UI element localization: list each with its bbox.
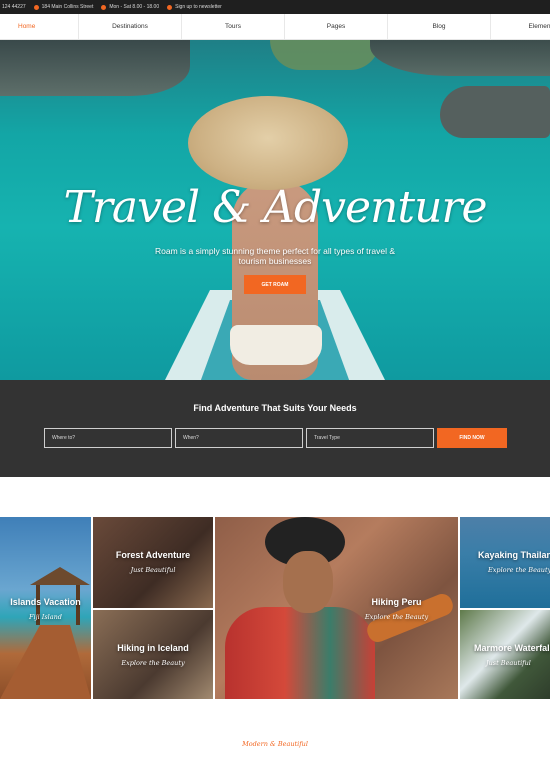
nav-item-tours[interactable]: Tours: [182, 14, 285, 39]
phone-text: 124 44227: [2, 4, 26, 10]
tile-marmore-waterfalls[interactable]: Marmore Waterfalls Just Beautiful: [460, 610, 550, 699]
tile-title: Hiking in Iceland: [117, 643, 189, 653]
nav-item-pages[interactable]: Pages: [285, 14, 388, 39]
nav-item-blog[interactable]: Blog: [388, 14, 491, 39]
hero-subtitle: Roam is a simply stunning theme perfect …: [155, 246, 395, 266]
hours-text: Mon - Sat 8.00 - 18.00: [109, 4, 160, 10]
travel-type-select[interactable]: Travel Type: [306, 428, 434, 448]
top-info-bar: 124 44227 184 Main Collins Street Mon - …: [0, 0, 550, 14]
search-title: Find Adventure That Suits Your Needs: [193, 403, 357, 413]
newsletter-text: Sign up to newsletter: [175, 4, 222, 10]
newsletter-link[interactable]: Sign up to newsletter: [167, 4, 222, 10]
find-now-button[interactable]: FIND NOW: [437, 428, 507, 448]
get-roam-button[interactable]: GET ROAM: [244, 275, 306, 294]
location-icon: [33, 4, 39, 10]
tile-title: Islands Vacation: [10, 597, 81, 607]
tile-subtitle: Fiji Island: [29, 613, 62, 621]
search-section: Find Adventure That Suits Your Needs Whe…: [0, 380, 550, 477]
address-info[interactable]: 184 Main Collins Street: [33, 4, 94, 10]
tile-title: Hiking Peru: [371, 597, 422, 607]
hero-cliff-left: [0, 40, 190, 96]
tile-subtitle: Just Beautiful: [486, 659, 531, 667]
where-input[interactable]: Where to?: [44, 428, 172, 448]
nav-item-destinations[interactable]: Destinations: [79, 14, 182, 39]
tile-title: Marmore Waterfalls: [474, 643, 550, 653]
phone-info[interactable]: 124 44227: [2, 4, 26, 10]
address-text: 184 Main Collins Street: [41, 4, 94, 10]
hours-info: Mon - Sat 8.00 - 18.00: [101, 4, 159, 10]
hero-cliff-right: [370, 40, 550, 76]
tile-title: Forest Adventure: [115, 550, 191, 560]
clock-icon: [101, 4, 107, 10]
nav-item-elements[interactable]: Elements: [491, 14, 550, 39]
tile-subtitle: Explore the Beauty: [488, 566, 550, 574]
hero-person-clothing: [230, 325, 322, 365]
tile-forest-adventure[interactable]: Forest Adventure Just Beautiful: [93, 517, 213, 608]
hero-straw-hat: [188, 96, 348, 190]
hero-foliage: [270, 40, 380, 70]
hero-banner: Travel & Adventure Roam is a simply stun…: [0, 40, 550, 380]
tile-subtitle: Explore the Beauty: [121, 659, 185, 667]
tile-title: Kayaking Thailand: [478, 550, 550, 560]
section-tagline: Modern & Beautiful: [242, 740, 308, 748]
main-navigation: Home Destinations Tours Pages Blog Eleme…: [0, 14, 550, 40]
tile-hiking-peru[interactable]: Hiking Peru Explore the Beauty: [215, 517, 458, 699]
hero-rock: [440, 86, 550, 138]
nav-item-home[interactable]: Home: [0, 14, 79, 39]
tile-islands-vacation[interactable]: Islands Vacation Fiji Island: [0, 517, 91, 699]
hero-title: Travel & Adventure: [63, 182, 488, 233]
when-input[interactable]: When?: [175, 428, 303, 448]
tile-kayaking-thailand[interactable]: Kayaking Thailand Explore the Beauty: [460, 517, 550, 608]
mail-icon: [167, 4, 173, 10]
tile-hiking-iceland[interactable]: Hiking in Iceland Explore the Beauty: [93, 610, 213, 699]
tile-subtitle: Just Beautiful: [130, 566, 176, 574]
tile-subtitle: Explore the Beauty: [364, 613, 429, 621]
pier-illustration: [0, 567, 91, 699]
